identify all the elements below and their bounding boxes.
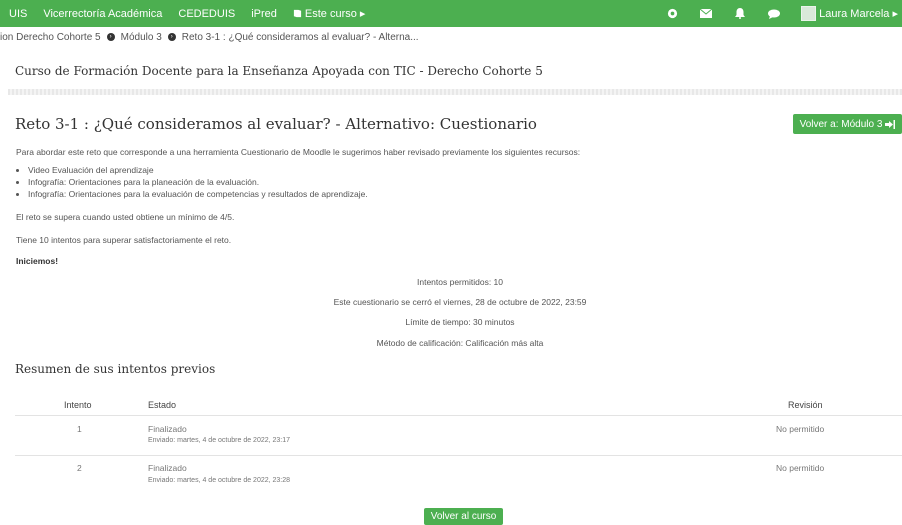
nav-este-curso-label: Este curso ▸: [304, 8, 366, 20]
top-nav-links: UIS Vicerrectoría Académica CEDEDUIS iPr…: [0, 0, 372, 27]
page-title: Reto 3-1 : ¿Qué consideramos al evaluar?…: [15, 115, 537, 133]
quiz-closed: Este cuestionario se cerró el viernes, 2…: [333, 297, 587, 307]
breadcrumb-course[interactable]: ion Derecho Cohorte 5: [0, 32, 101, 43]
grading-method: Método de calificación: Calificación más…: [376, 338, 544, 348]
attempt-submitted: Enviado: martes, 4 de octubre de 2022, 2…: [148, 437, 291, 444]
time-limit: Límite de tiempo: 30 minutos: [405, 317, 515, 327]
intro-text: Para abordar este reto que corresponde a…: [16, 147, 581, 157]
bell-icon[interactable]: [733, 7, 747, 21]
back-to-module-label: Volver a: Módulo 3: [799, 118, 883, 130]
header-state: Estado: [148, 400, 177, 410]
attempt-state: Finalizado: [148, 424, 187, 434]
attempt-review: No permitido: [776, 424, 825, 434]
chevron-right-icon: ›: [167, 33, 176, 41]
attempt-number: 1: [77, 424, 82, 434]
summary-title: Resumen de sus intentos previos: [15, 362, 216, 376]
nav-vicerrectoria[interactable]: Vicerrectoría Académica: [43, 8, 162, 20]
top-navbar: UIS Vicerrectoría Académica CEDEDUIS iPr…: [0, 0, 902, 27]
attempts-note: Tiene 10 intentos para superar satisfact…: [16, 235, 232, 245]
table-divider: [15, 455, 902, 456]
chat-icon[interactable]: [767, 7, 781, 21]
top-right-tools: Laura Marcela ▸: [665, 0, 902, 27]
back-to-module-button[interactable]: Volver a: Módulo 3: [793, 114, 902, 134]
attempts-allowed: Intentos permitidos: 10: [417, 277, 503, 287]
header-review: Revisión: [788, 400, 823, 410]
attempt-review: No permitido: [776, 463, 825, 473]
resource-item: Infografía: Orientaciones para la planea…: [28, 176, 368, 188]
breadcrumb-module[interactable]: Módulo 3: [121, 32, 162, 43]
table-divider: [15, 415, 902, 416]
resource-list: Video Evaluación del aprendizaje Infogra…: [16, 164, 368, 200]
help-icon[interactable]: [665, 7, 679, 21]
user-menu[interactable]: Laura Marcela ▸: [819, 7, 898, 20]
course-title: Curso de Formación Docente para la Enseñ…: [15, 64, 543, 78]
attempt-number: 2: [77, 463, 82, 473]
nav-este-curso[interactable]: Este curso ▸: [293, 7, 366, 20]
nav-uis[interactable]: UIS: [9, 8, 27, 20]
mail-icon[interactable]: [699, 7, 713, 21]
nav-cededuis[interactable]: CEDEDUIS: [178, 8, 235, 20]
header-attempt: Intento: [64, 400, 92, 410]
breadcrumb-current[interactable]: Reto 3-1 : ¿Qué consideramos al evaluar?…: [182, 32, 419, 43]
exit-icon: [885, 119, 896, 129]
avatar[interactable]: [801, 6, 817, 21]
start-label: Iniciemos!: [16, 256, 59, 266]
resource-item: Infografía: Orientaciones para la evalua…: [28, 188, 368, 200]
nav-ipred[interactable]: iPred: [251, 8, 277, 20]
attempt-submitted: Enviado: martes, 4 de octubre de 2022, 2…: [148, 477, 291, 484]
header-divider: [8, 89, 902, 95]
book-icon: [293, 9, 302, 18]
back-to-course-button[interactable]: Volver al curso: [424, 508, 503, 525]
chevron-right-icon: ›: [106, 33, 115, 41]
breadcrumb: ion Derecho Cohorte 5 › Módulo 3 › Reto …: [0, 28, 902, 46]
resource-item: Video Evaluación del aprendizaje: [28, 164, 368, 176]
attempt-state: Finalizado: [148, 463, 187, 473]
pass-note: El reto se supera cuando usted obtiene u…: [16, 212, 235, 222]
